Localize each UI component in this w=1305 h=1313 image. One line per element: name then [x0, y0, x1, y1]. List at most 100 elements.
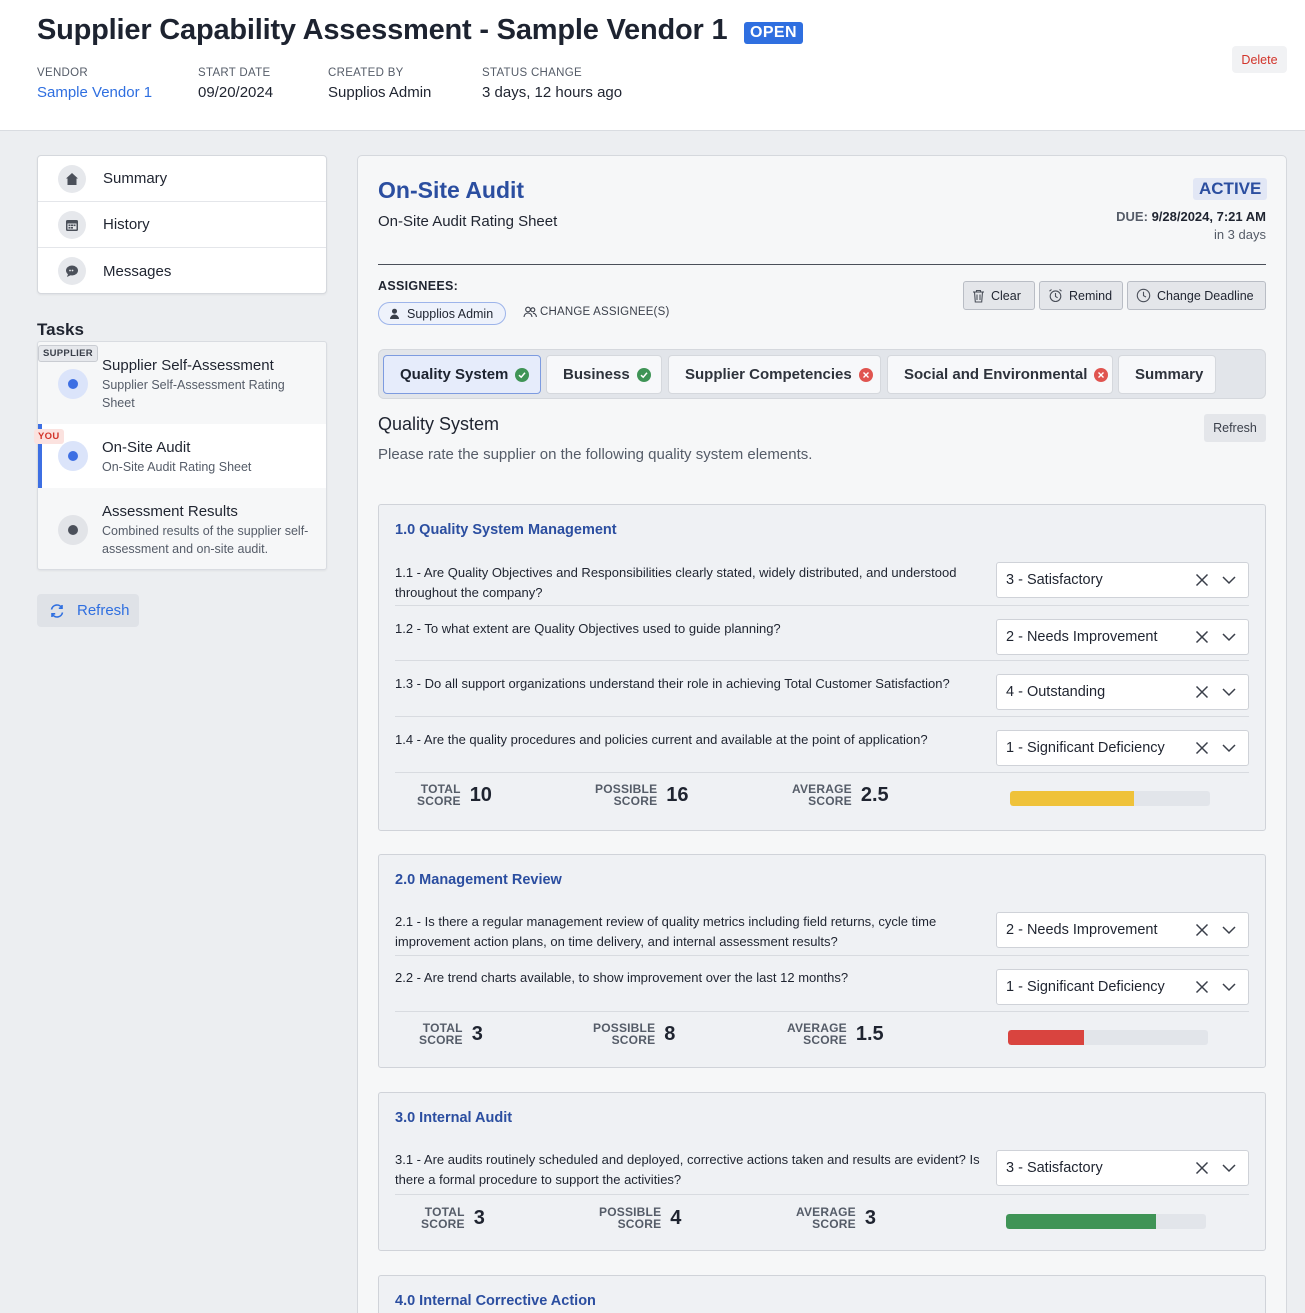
due-value: 9/28/2024, 7:21 AM	[1151, 209, 1266, 224]
total-score: TOTAL SCORE 3	[419, 1022, 483, 1046]
question-text: 2.2 - Are trend charts available, to sho…	[395, 970, 849, 985]
question-row: 1.1 - Are Quality Objectives and Respons…	[395, 557, 1249, 606]
user-icon	[389, 308, 400, 319]
tab-label: Business	[563, 366, 630, 383]
question-text: 2.1 - Is there a regular management revi…	[395, 914, 937, 949]
change-deadline-button[interactable]: Change Deadline	[1127, 281, 1266, 310]
created-by-label: CREATED BY	[328, 67, 404, 79]
chevron-down-icon[interactable]	[1221, 686, 1237, 702]
clear-icon[interactable]	[1194, 629, 1210, 649]
clock-icon	[1136, 288, 1151, 303]
supplier-tag: SUPPLIER	[38, 345, 98, 362]
tab-social-environmental[interactable]: Social and Environmental	[887, 355, 1113, 394]
group-title: 4.0 Internal Corrective Action	[395, 1293, 596, 1309]
question-text: 1.1 - Are Quality Objectives and Respons…	[395, 565, 957, 600]
section-description: Please rate the supplier on the followin…	[378, 446, 813, 463]
average-score-label: AVERAGE SCORE	[787, 1021, 847, 1047]
tasks-refresh-button[interactable]: Refresh	[37, 594, 139, 627]
average-score-value: 2.5	[860, 783, 889, 806]
total-score-label: TOTAL SCORE	[417, 782, 461, 808]
change-assignee-button[interactable]: CHANGE ASSIGNEE(S)	[523, 306, 670, 318]
page-title: Supplier Capability Assessment - Sample …	[37, 14, 728, 46]
vendor-link[interactable]: Sample Vendor 1	[37, 84, 152, 101]
possible-score-label: POSSIBLE SCORE	[595, 782, 658, 808]
tab-label: Summary	[1135, 366, 1204, 383]
clear-icon[interactable]	[1194, 684, 1210, 704]
created-by-meta: CREATED BY Supplios Admin	[328, 67, 431, 101]
chevron-down-icon[interactable]	[1221, 742, 1237, 758]
due-relative: in 3 days	[1213, 227, 1266, 242]
task-assessment-results[interactable]: Assessment Results Combined results of t…	[38, 488, 326, 570]
clear-icon[interactable]	[1194, 740, 1210, 760]
change-deadline-label: Change Deadline	[1157, 288, 1254, 303]
section-tabs: Quality System Business Supplier Compete…	[378, 349, 1266, 399]
nav-label: Messages	[103, 262, 172, 280]
clear-icon[interactable]	[1194, 922, 1210, 942]
chevron-down-icon[interactable]	[1221, 924, 1237, 940]
section-refresh-button[interactable]: Refresh	[1204, 414, 1266, 442]
question-text: 1.4 - Are the quality procedures and pol…	[395, 732, 928, 747]
clear-label: Clear	[991, 288, 1021, 303]
assessment-nav: Summary History Messages	[37, 155, 327, 294]
rating-value: 4 - Outstanding	[1006, 684, 1106, 700]
due-label: DUE:	[1116, 209, 1148, 224]
score-summary: TOTAL SCORE 3 POSSIBLE SCORE 8 AVERAGE SCOR…	[395, 1022, 1249, 1062]
chevron-down-icon[interactable]	[1221, 981, 1237, 997]
alarm-clock-icon	[1048, 288, 1063, 303]
total-score-label: TOTAL SCORE	[421, 1205, 465, 1231]
clear-icon[interactable]	[1194, 1160, 1210, 1180]
rating-value: 2 - Needs Improvement	[1006, 629, 1158, 645]
question-row: 3.1 - Are audits routinely scheduled and…	[395, 1145, 1249, 1195]
nav-item-messages[interactable]: Messages	[38, 248, 326, 293]
task-subtitle: On-Site Audit Rating Sheet	[378, 213, 558, 230]
assignee-chip[interactable]: Supplios Admin	[378, 302, 506, 325]
tab-business[interactable]: Business	[546, 355, 662, 394]
average-score: AVERAGE SCORE 1.5	[787, 1022, 884, 1046]
rating-select[interactable]: 2 - Needs Improvement	[996, 619, 1249, 655]
delete-button[interactable]: Delete	[1232, 46, 1287, 73]
refresh-label: Refresh	[77, 602, 130, 619]
question-row: 1.4 - Are the quality procedures and pol…	[395, 717, 1249, 773]
clear-button[interactable]: Clear	[963, 281, 1035, 310]
question-row: 2.2 - Are trend charts available, to sho…	[395, 956, 1249, 1012]
rating-select[interactable]: 1 - Significant Deficiency	[996, 730, 1249, 766]
refresh-icon	[49, 603, 65, 619]
start-date-meta: START DATE 09/20/2024	[198, 67, 273, 101]
average-score-label: AVERAGE SCORE	[796, 1205, 856, 1231]
chevron-down-icon[interactable]	[1221, 1162, 1237, 1178]
rating-select[interactable]: 3 - Satisfactory	[996, 1150, 1249, 1186]
group-title: 1.0 Quality System Management	[395, 522, 617, 538]
nav-label: Summary	[103, 170, 168, 187]
total-score-value: 3	[473, 1206, 485, 1229]
assignee-name: Supplios Admin	[407, 306, 494, 321]
start-date-label: START DATE	[198, 67, 271, 79]
total-score-label: TOTAL SCORE	[419, 1021, 463, 1047]
chevron-down-icon[interactable]	[1221, 631, 1237, 647]
rating-select[interactable]: 1 - Significant Deficiency	[996, 969, 1249, 1005]
tab-label: Quality System	[400, 366, 509, 383]
remind-button[interactable]: Remind	[1039, 281, 1123, 310]
nav-item-summary[interactable]: Summary	[38, 156, 326, 202]
task-title: On-Site Audit	[378, 177, 525, 203]
tab-quality-system[interactable]: Quality System	[383, 355, 541, 394]
task-on-site-audit[interactable]: On-Site Audit On-Site Audit Rating Sheet	[38, 424, 326, 488]
score-progress-fill	[1010, 791, 1134, 806]
page-header: Supplier Capability Assessment - Sample …	[0, 0, 1305, 131]
users-icon	[523, 306, 537, 318]
start-date-value: 09/20/2024	[198, 84, 274, 101]
rating-select[interactable]: 2 - Needs Improvement	[996, 912, 1249, 948]
chevron-down-icon[interactable]	[1221, 574, 1237, 590]
nav-label: History	[103, 216, 150, 233]
nav-item-history[interactable]: History	[38, 202, 326, 248]
clear-icon[interactable]	[1194, 572, 1210, 592]
question-group: 1.0 Quality System Management 1.1 - Are …	[378, 504, 1266, 831]
task-subtitle: Combined results of the supplier self-as…	[102, 524, 309, 556]
question-text: 3.1 - Are audits routinely scheduled and…	[395, 1152, 980, 1187]
tab-summary[interactable]: Summary	[1118, 355, 1216, 394]
rating-select[interactable]: 4 - Outstanding	[996, 674, 1249, 710]
tab-supplier-competencies[interactable]: Supplier Competencies	[668, 355, 881, 394]
created-by-value: Supplios Admin	[328, 84, 432, 101]
due-info: DUE: 9/28/2024, 7:21 AM in 3 days	[1116, 209, 1266, 242]
rating-select[interactable]: 3 - Satisfactory	[996, 562, 1249, 598]
clear-icon[interactable]	[1194, 979, 1210, 999]
